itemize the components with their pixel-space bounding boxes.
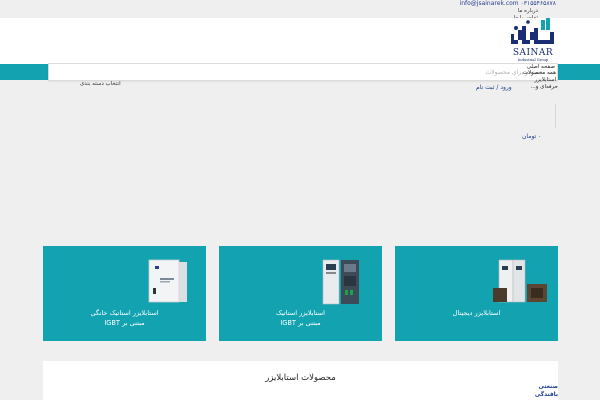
card-title-line2: مبتنی بر IGBT <box>104 319 145 327</box>
card-title-line1: استابلایزر استاتیک <box>276 309 325 317</box>
card-title-line2: مبتنی بر IGBT <box>280 319 321 327</box>
product-card-digital[interactable]: استابلایزر دیجیتال <box>395 246 558 341</box>
divider <box>555 104 556 128</box>
card-title-line1: استابلایزر استاتیک خانگی <box>90 309 159 317</box>
product-card-home-igbt[interactable]: استابلایزر استاتیک خانگی مبتنی بر IGBT <box>43 246 206 341</box>
product-card-static-igbt[interactable]: استابلایزر استاتیک مبتنی بر IGBT <box>219 246 382 341</box>
category-link-textile[interactable]: بافندگی <box>535 392 558 398</box>
login-register-link[interactable]: ورود / ثبت نام <box>476 84 512 91</box>
nav-professional[interactable]: حرفه‌ای و... <box>531 84 559 90</box>
cart-total[interactable]: ۰ تومان <box>522 133 541 140</box>
section-title: محصولات استابلایزر <box>265 373 336 383</box>
page: info@jsainarek.com ۰۳۱۵۵۴۶۵۸۷۸ درباره ما… <box>0 0 600 400</box>
card-title-line1: استابلایزر دیجیتال <box>452 309 501 317</box>
search-box <box>48 63 558 81</box>
logo-mark-icon <box>511 18 554 44</box>
logo-brand: SAINAR <box>512 48 554 58</box>
stabilizer-cabinet-icon <box>493 259 547 303</box>
site-logo[interactable]: SAINAR Industrial Group <box>508 18 558 62</box>
contact-info[interactable]: info@jsainarek.com ۰۳۱۵۵۴۶۵۸۷۸ <box>460 0 556 8</box>
about-link[interactable]: درباره ما <box>518 8 538 14</box>
search-input[interactable] <box>49 64 557 80</box>
nav-stabilizer[interactable]: استابلایزر <box>534 77 556 83</box>
top-bar: info@jsainarek.com ۰۳۱۵۵۴۶۵۸۷۸ درباره ما… <box>0 0 600 21</box>
products-section: محصولات استابلایزر <box>43 361 558 400</box>
stabilizer-cabinet-icon <box>148 259 187 303</box>
nav-all-products[interactable]: همه محصولات <box>523 70 556 76</box>
category-select[interactable]: انتخاب دسته بندی <box>80 81 121 87</box>
logo-tagline: Industrial Group <box>517 58 549 62</box>
category-link-industrial[interactable]: صنعتی <box>539 384 558 390</box>
stabilizer-cabinet-icon <box>322 259 359 305</box>
